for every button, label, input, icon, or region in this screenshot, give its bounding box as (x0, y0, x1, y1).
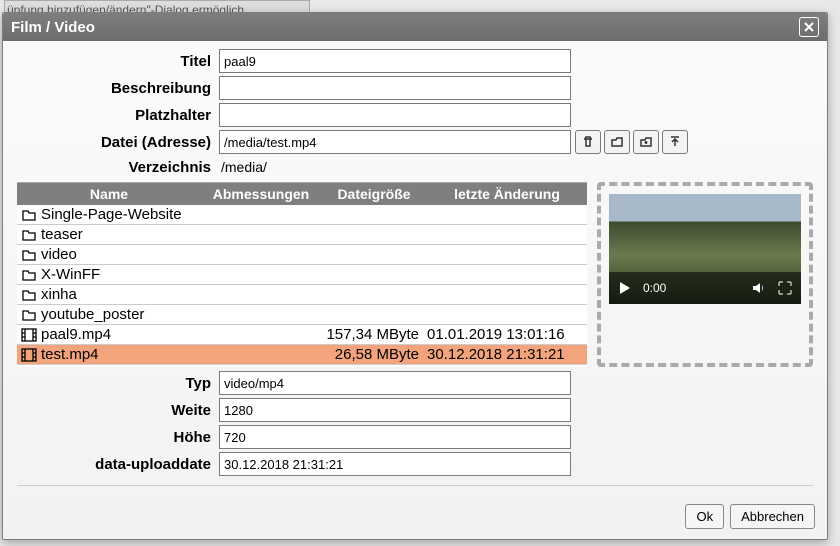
dialog-film-video: Film / Video Titel Beschreibung Platzhal… (2, 12, 828, 540)
label-datei: Datei (Adresse) (17, 134, 219, 151)
value-verzeichnis: /media/ (219, 157, 269, 177)
video-file-icon (17, 347, 41, 363)
trash-icon (581, 135, 595, 149)
file-name: paal9.mp4 (41, 326, 307, 343)
file-name: teaser (41, 226, 307, 243)
file-name: youtube_poster (41, 306, 307, 323)
separator (17, 485, 813, 486)
file-row[interactable]: paal9.mp4157,34 MByte01.01.2019 13:01:16 (17, 325, 587, 345)
label-beschreibung: Beschreibung (17, 80, 219, 97)
col-name[interactable]: Name (17, 183, 201, 205)
folder-open-icon (610, 135, 624, 149)
delete-file-button[interactable] (575, 130, 601, 154)
folder-icon (17, 227, 41, 243)
file-modified: 30.12.2018 21:31:21 (425, 366, 587, 367)
folder-plus-icon (639, 135, 653, 149)
file-row[interactable]: Single-Page-Website (17, 205, 587, 225)
input-platzhalter[interactable] (219, 103, 571, 127)
volume-icon[interactable] (751, 280, 767, 296)
input-titel[interactable] (219, 49, 571, 73)
file-list: Name Abmessungen Dateigröße letzte Änder… (17, 182, 587, 367)
file-name: test.webm (41, 366, 307, 367)
file-size: 157,34 MByte (307, 326, 425, 343)
folder-icon (17, 247, 41, 263)
input-uploaddate[interactable] (219, 452, 571, 476)
play-icon[interactable] (617, 280, 633, 296)
label-hoehe: Höhe (17, 429, 219, 446)
folder-icon (17, 307, 41, 323)
col-mod[interactable]: letzte Änderung (427, 183, 587, 205)
open-folder-button[interactable] (604, 130, 630, 154)
file-list-header: Name Abmessungen Dateigröße letzte Änder… (17, 183, 587, 205)
file-row[interactable]: youtube_poster (17, 305, 587, 325)
input-weite[interactable] (219, 398, 571, 422)
file-name: video (41, 246, 307, 263)
file-row[interactable]: test.mp426,58 MByte30.12.2018 21:31:21 (17, 345, 587, 365)
input-beschreibung[interactable] (219, 76, 571, 100)
file-modified: 01.01.2019 13:01:16 (425, 326, 587, 343)
label-verzeichnis: Verzeichnis (17, 159, 219, 176)
new-folder-button[interactable] (633, 130, 659, 154)
upload-icon (668, 135, 682, 149)
file-row[interactable]: video (17, 245, 587, 265)
video-time: 0:00 (643, 281, 741, 295)
upload-button[interactable] (662, 130, 688, 154)
file-size: 26,58 MByte (307, 346, 425, 363)
label-weite: Weite (17, 402, 219, 419)
file-name: Single-Page-Website (41, 206, 307, 223)
video-file-icon (17, 367, 41, 368)
file-name: X-WinFF (41, 266, 307, 283)
col-size[interactable]: Dateigröße (321, 183, 427, 205)
label-typ: Typ (17, 375, 219, 392)
folder-icon (17, 287, 41, 303)
file-modified: 30.12.2018 21:31:21 (425, 346, 587, 363)
video-preview[interactable]: 0:00 (609, 194, 801, 304)
folder-icon (17, 207, 41, 223)
file-row[interactable]: test.webm2,83 MByte30.12.2018 21:31:21 (17, 365, 587, 367)
label-platzhalter: Platzhalter (17, 107, 219, 124)
fullscreen-icon[interactable] (777, 280, 793, 296)
file-row[interactable]: teaser (17, 225, 587, 245)
input-typ[interactable] (219, 371, 571, 395)
folder-icon (17, 267, 41, 283)
file-name: test.mp4 (41, 346, 307, 363)
label-uploaddate: data-uploaddate (17, 456, 219, 473)
video-file-icon (17, 327, 41, 343)
video-controls: 0:00 (609, 272, 801, 304)
file-row[interactable]: xinha (17, 285, 587, 305)
label-titel: Titel (17, 53, 219, 70)
file-size: 2,83 MByte (307, 366, 425, 367)
file-row[interactable]: X-WinFF (17, 265, 587, 285)
col-dim[interactable]: Abmessungen (201, 183, 321, 205)
file-name: xinha (41, 286, 307, 303)
input-hoehe[interactable] (219, 425, 571, 449)
cancel-button[interactable]: Abbrechen (730, 504, 815, 529)
close-icon (803, 21, 815, 33)
dialog-title: Film / Video (11, 19, 95, 36)
ok-button[interactable]: Ok (685, 504, 724, 529)
dialog-close-button[interactable] (799, 17, 819, 37)
dialog-titlebar: Film / Video (3, 13, 827, 41)
preview-dropzone[interactable]: 0:00 (597, 182, 813, 367)
input-datei-adresse[interactable] (219, 130, 571, 154)
